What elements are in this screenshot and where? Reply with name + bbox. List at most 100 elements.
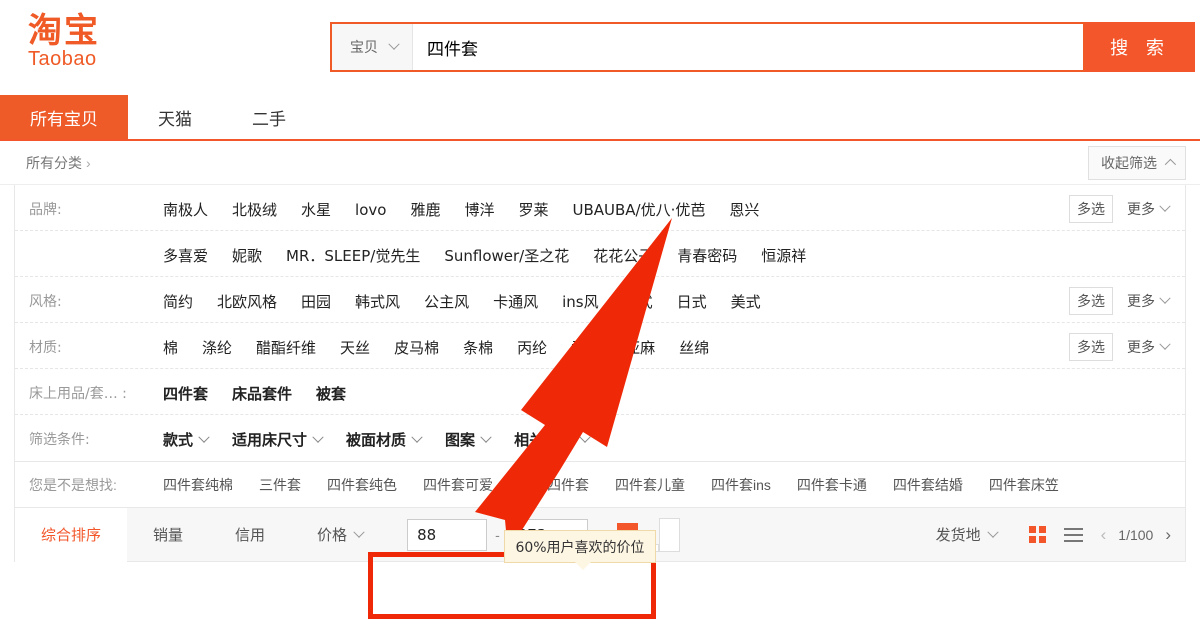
filter-option[interactable]: 花花公子 [593,239,653,272]
suggestion-item[interactable]: 四件套可爱 [423,475,493,495]
chevron-down-icon [1159,339,1170,350]
taobao-logo[interactable]: 淘宝 Taobao [0,0,330,71]
filter-option[interactable]: 棉 [163,331,178,364]
multi-select-button[interactable]: 多选 [1069,333,1113,361]
filter-option[interactable]: 罗莱 [518,193,548,226]
filter-option[interactable]: 博洋 [464,193,494,226]
more-label: 更多 [1127,199,1155,219]
search-button[interactable]: 搜 索 [1085,22,1195,72]
next-page-button[interactable]: › [1165,525,1171,545]
filter-option[interactable]: lovo [355,195,386,225]
suggestion-item[interactable]: 四件套床笠 [989,475,1059,495]
filter-option[interactable]: 南极人 [163,193,208,226]
filter-dropdown-cover-material[interactable]: 被面材质 [346,423,421,456]
chevron-down-icon [480,431,491,442]
chevron-right-icon: › [86,155,91,171]
sort-credit[interactable]: 信用 [209,508,291,562]
tab-tmall[interactable]: 天猫 [128,95,222,139]
filter-option[interactable]: 北欧风格 [217,285,277,318]
suggestion-item[interactable]: 四件套纯棉 [163,475,233,495]
filter-option[interactable]: 欧式 [623,285,653,318]
multi-select-button[interactable]: 多选 [1069,287,1113,315]
filter-option[interactable]: UBAUBA/优八·优芭 [573,193,706,226]
more-label: 更多 [1127,337,1155,357]
filter-option[interactable]: 丙纶 [517,331,547,364]
sort-price[interactable]: 价格 [291,508,389,562]
multi-select-button[interactable]: 多选 [1069,195,1113,223]
suggestion-item[interactable]: 四件套ins [711,475,771,495]
price-range-separator: - [495,527,500,543]
filter-option[interactable]: 恒源祥 [761,239,806,272]
filter-option[interactable]: 韩式风 [355,285,400,318]
histogram-bar [596,541,617,551]
filter-dropdown-pattern[interactable]: 图案 [445,423,490,456]
filter-option[interactable]: 蚕丝 [571,331,601,364]
filter-option[interactable]: 青春密码 [677,239,737,272]
suggestion-item[interactable]: 四件套纯色 [327,475,397,495]
filter-label-conditions: 筛选条件: [15,415,163,449]
filter-option[interactable]: 水星 [301,193,331,226]
list-view-icon[interactable] [1064,528,1083,542]
price-histogram[interactable] [596,518,680,552]
price-min-input[interactable] [407,519,487,551]
filter-option[interactable]: 卡通风 [493,285,538,318]
more-button[interactable]: 更多 [1127,337,1169,357]
filter-label-style: 风格: [15,277,163,311]
search-input[interactable] [413,24,1083,70]
filter-row-brand: 品牌: 南极人 北极绒 水星 lovo 雅鹿 博洋 罗莱 UBAUBA/优八·优… [15,185,1185,231]
filter-option[interactable]: 北极绒 [232,193,277,226]
shipping-location-dropdown[interactable]: 发货地 [918,524,1015,545]
filter-option[interactable]: 日式 [677,285,707,318]
filter-values-material: 棉 涤纶 醋酯纤维 天丝 皮马棉 条棉 丙纶 蚕丝 亚麻 丝绵 [163,323,1069,368]
suggestion-item[interactable]: 四件套儿童 [615,475,685,495]
filter-option[interactable]: 被套 [316,377,346,410]
more-button[interactable]: 更多 [1127,291,1169,311]
dropdown-label: 被面材质 [346,429,406,450]
filter-dropdown-style[interactable]: 款式 [163,423,208,456]
filter-option[interactable]: 亚麻 [625,331,655,364]
filter-option[interactable]: MR．SLEEP/觉先生 [286,239,420,272]
more-button[interactable]: 更多 [1127,199,1169,219]
all-categories-link[interactable]: 所有分类› [26,153,91,173]
filter-option[interactable]: 丝绵 [679,331,709,364]
page-header: 淘宝 Taobao 宝贝 搜 索 [0,0,1200,95]
suggestion-item[interactable]: 四件套卡通 [797,475,867,495]
filter-dropdown-bed-size[interactable]: 适用床尺寸 [232,423,322,456]
sort-price-label: 价格 [317,524,347,545]
filter-option[interactable]: 雅鹿 [410,193,440,226]
filter-option[interactable]: 简约 [163,285,193,318]
filter-option[interactable]: Sunflower/圣之花 [444,239,569,272]
filter-option[interactable]: 恩兴 [729,193,759,226]
suggestion-item[interactable]: 四件套结婚 [893,475,963,495]
search-category-select[interactable]: 宝贝 [332,24,413,70]
grid-view-icon[interactable] [1029,526,1046,543]
histogram-bar-selected [617,523,638,552]
filter-option[interactable]: 公主风 [424,285,469,318]
dropdown-label: 图案 [445,429,475,450]
collapse-filters-button[interactable]: 收起筛选 [1088,146,1186,180]
filter-option[interactable]: 田园 [301,285,331,318]
sort-comprehensive[interactable]: 综合排序 [15,508,127,562]
filter-option[interactable]: 醋酯纤维 [256,331,316,364]
tab-all-items[interactable]: 所有宝贝 [0,95,128,139]
filter-row-bedding: 床上用品/套… : 四件套 床品套件 被套 [15,369,1185,415]
filter-option[interactable]: 皮马棉 [394,331,439,364]
filter-dropdown-related-category[interactable]: 相关分类 [514,423,589,456]
filter-option[interactable]: 条棉 [463,331,493,364]
filter-option[interactable]: 天丝 [340,331,370,364]
price-max-input[interactable] [508,519,588,551]
filter-option[interactable]: 妮歌 [232,239,262,272]
suggestion-item[interactable]: 床上四件套 [519,475,589,495]
filter-option[interactable]: 涤纶 [202,331,232,364]
prev-page-button[interactable]: ‹ [1101,525,1107,545]
filter-option[interactable]: 四件套 [163,377,208,410]
filter-option[interactable]: ins风 [562,285,599,318]
tab-secondhand[interactable]: 二手 [222,95,316,139]
suggestion-item[interactable]: 三件套 [259,475,301,495]
collapse-filters-label: 收起筛选 [1101,153,1157,173]
filter-option[interactable]: 多喜爱 [163,239,208,272]
sort-sales[interactable]: 销量 [127,508,209,562]
filter-values-brand-2: 多喜爱 妮歌 MR．SLEEP/觉先生 Sunflower/圣之花 花花公子 青… [163,231,1169,276]
filter-option[interactable]: 床品套件 [232,377,292,410]
filter-option[interactable]: 美式 [731,285,761,318]
